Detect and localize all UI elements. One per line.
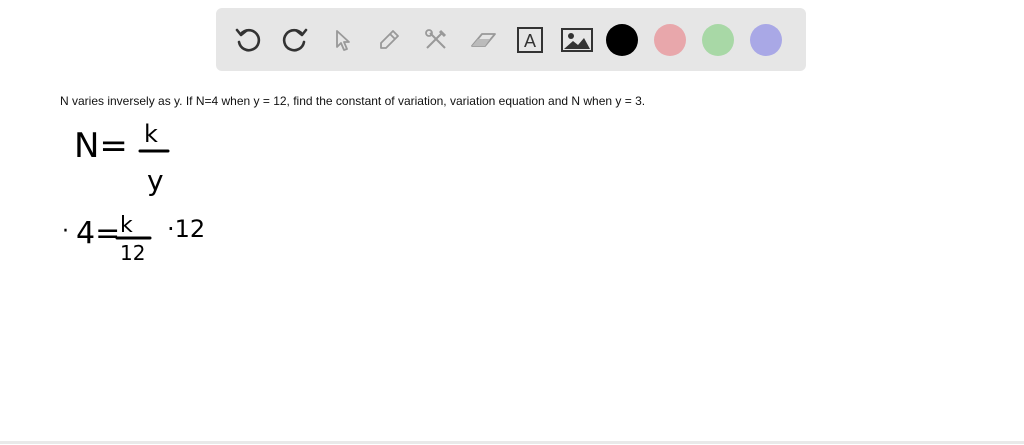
redo-button[interactable] [277, 22, 313, 58]
svg-text:A: A [524, 31, 536, 51]
handwriting-line2-lhs: 4= [76, 216, 120, 251]
eraser-tool-button[interactable] [465, 22, 501, 58]
image-tool-button[interactable] [559, 22, 595, 58]
undo-button[interactable] [230, 22, 266, 58]
color-swatch-green[interactable] [702, 23, 734, 56]
select-arrow-icon [329, 27, 355, 53]
handwriting-line1-denominator: y [147, 164, 164, 197]
handwriting-line2-numerator: k [120, 213, 133, 238]
select-tool-button[interactable] [324, 22, 360, 58]
color-swatch-pink[interactable] [654, 23, 686, 56]
handwriting-line2-dot: · [62, 219, 69, 244]
drawing-toolbar: A [216, 8, 806, 71]
text-icon: A [516, 26, 544, 54]
pen-tool-button[interactable] [371, 22, 407, 58]
redo-icon [280, 25, 310, 55]
handwriting-line2-denominator: 12 [120, 241, 145, 265]
pen-icon [375, 26, 403, 54]
handwriting-line1-lhs: N= [74, 126, 128, 166]
handwriting-line2-multiplier: ·12 [167, 215, 205, 243]
color-swatch-purple[interactable] [750, 23, 782, 56]
handwritten-work: N= k y · 4= k 12 ·12 [62, 120, 205, 265]
tools-icon [422, 26, 450, 54]
text-tool-button[interactable]: A [512, 22, 548, 58]
handwriting-line1-numerator: k [144, 120, 158, 148]
drawing-canvas[interactable]: N= k y · 4= k 12 ·12 [0, 110, 1024, 440]
color-swatch-black[interactable] [606, 23, 638, 56]
image-icon [561, 27, 593, 53]
undo-icon [233, 25, 263, 55]
tools-button[interactable] [418, 22, 454, 58]
eraser-icon [468, 26, 498, 54]
question-text: N varies inversely as y. If N=4 when y =… [60, 94, 646, 108]
